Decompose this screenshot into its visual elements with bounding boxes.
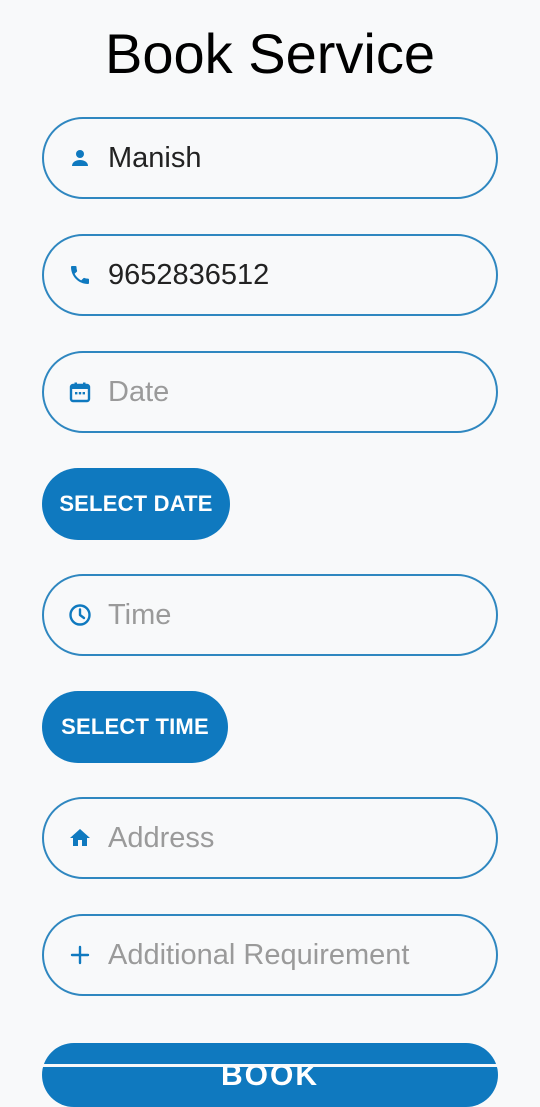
person-icon [68, 146, 92, 170]
select-time-button[interactable]: SELECT TIME [42, 691, 228, 763]
address-placeholder: Address [108, 822, 215, 854]
clock-icon [68, 603, 92, 627]
address-field[interactable]: Address [42, 797, 498, 879]
phone-value: 9652836512 [108, 259, 270, 291]
name-field[interactable]: Manish [42, 117, 498, 199]
additional-requirement-placeholder: Additional Requirement [108, 939, 410, 971]
book-button[interactable]: BOOK [42, 1043, 498, 1107]
additional-requirement-field[interactable]: Additional Requirement [42, 914, 498, 996]
name-value: Manish [108, 142, 202, 174]
time-placeholder: Time [108, 599, 172, 631]
select-date-button[interactable]: SELECT DATE [42, 468, 230, 540]
phone-icon [68, 263, 92, 287]
date-field[interactable]: Date [42, 351, 498, 433]
phone-field[interactable]: 9652836512 [42, 234, 498, 316]
time-field[interactable]: Time [42, 574, 498, 656]
page-title: Book Service [105, 22, 435, 85]
date-placeholder: Date [108, 376, 170, 408]
home-icon [68, 826, 92, 850]
calendar-icon [68, 380, 92, 404]
plus-icon [68, 943, 92, 967]
